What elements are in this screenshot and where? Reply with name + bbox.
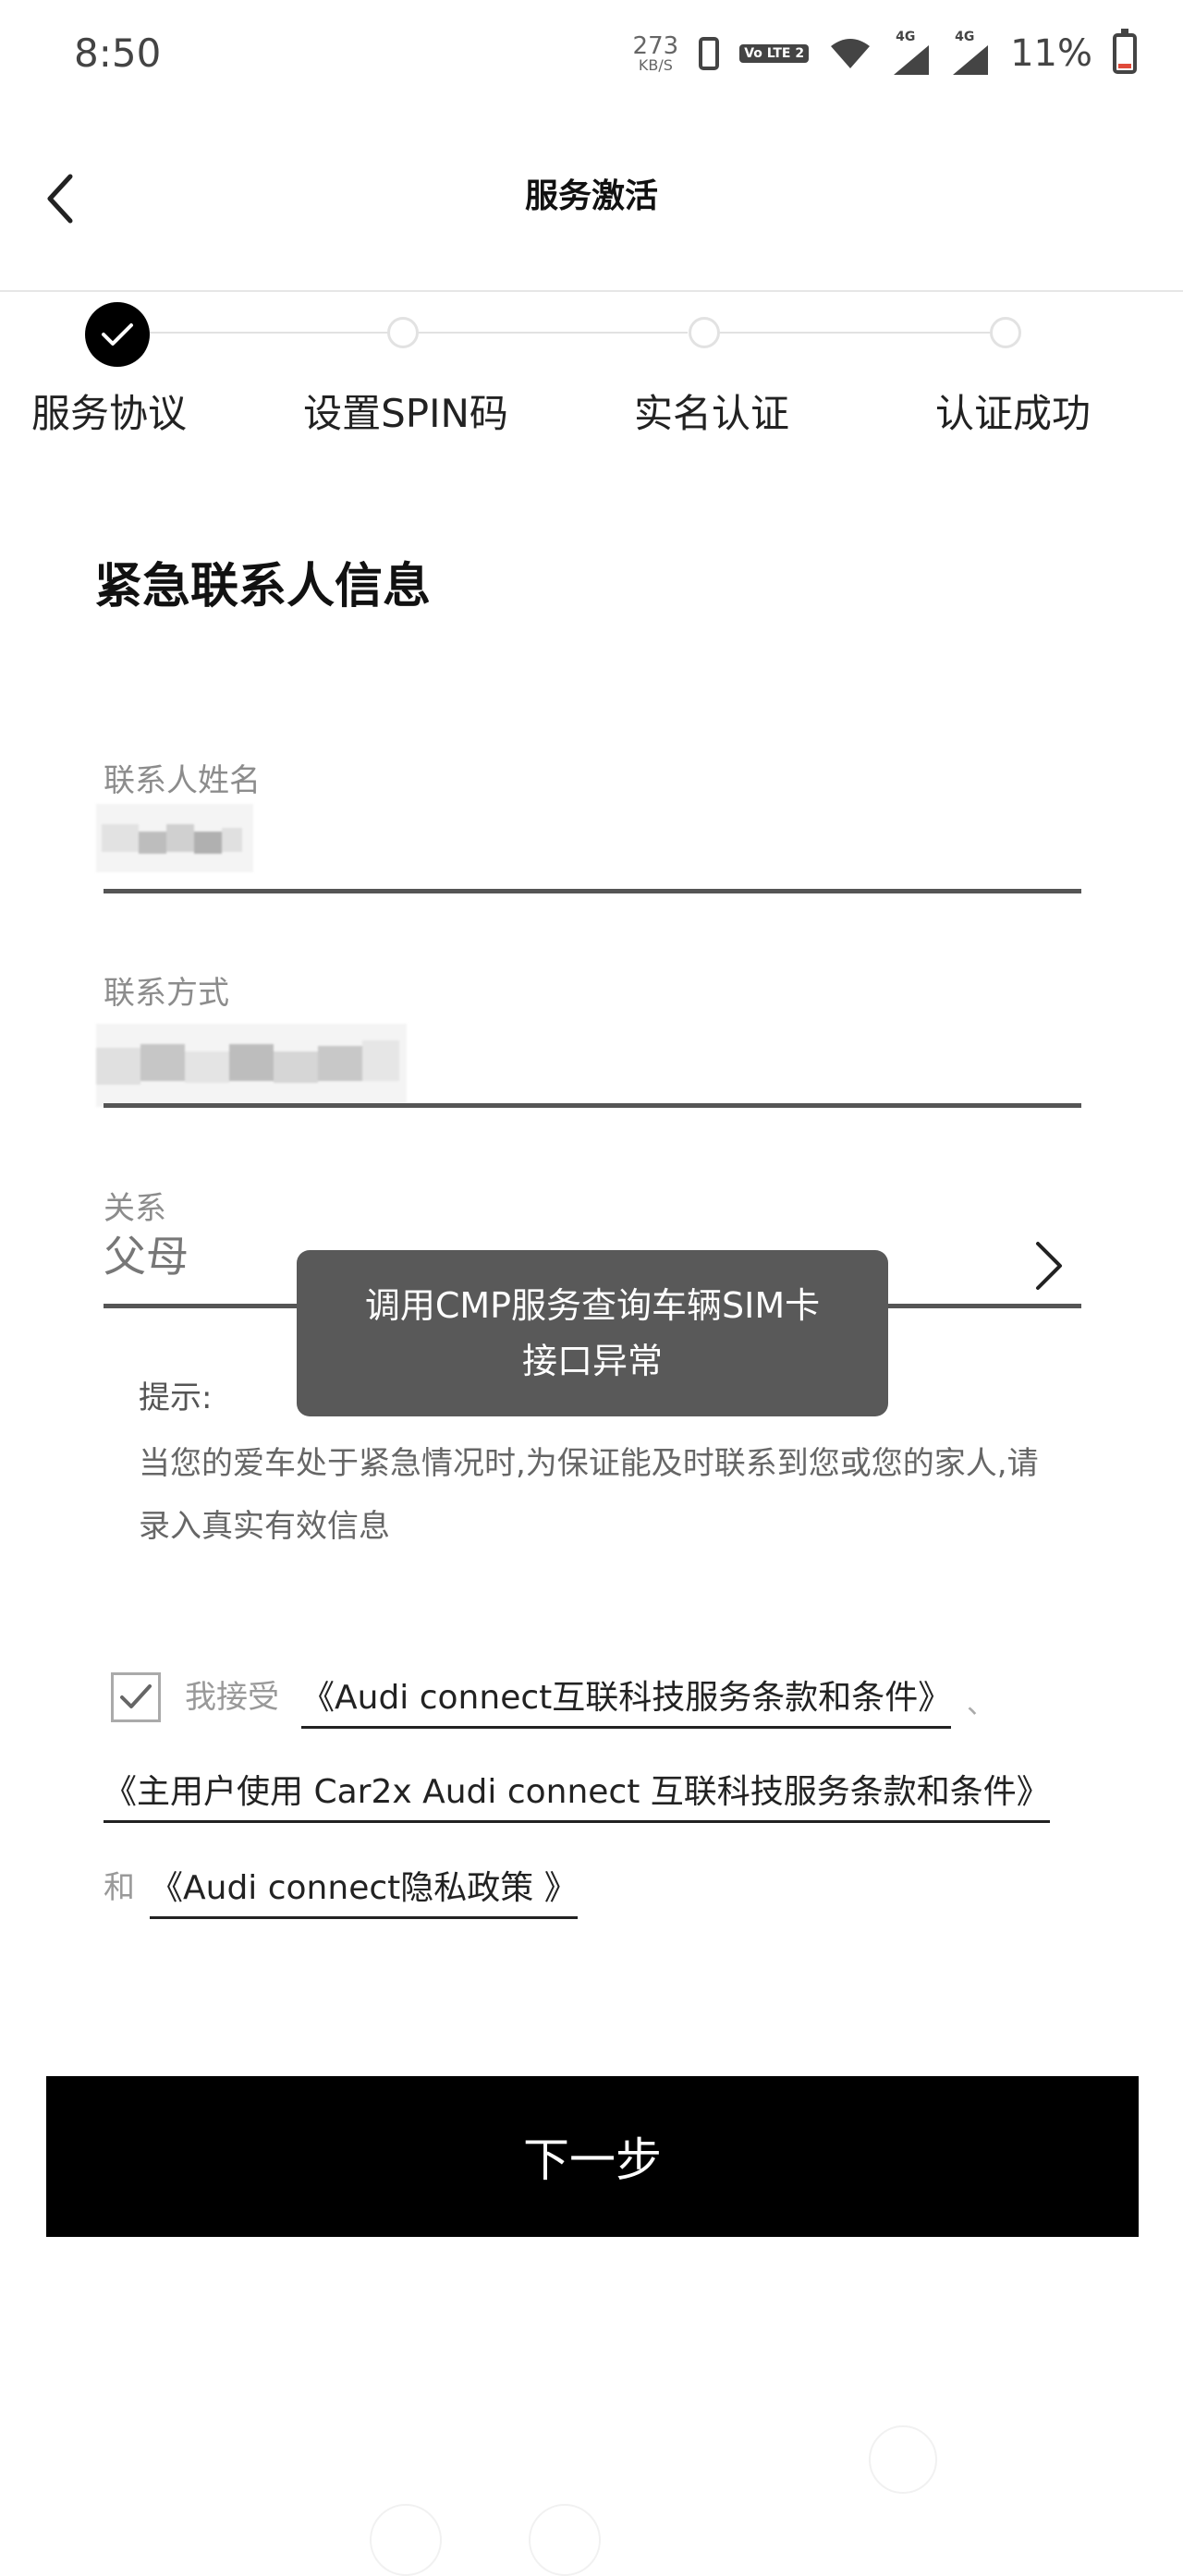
header-divider xyxy=(0,290,1183,292)
chevron-right-icon xyxy=(1036,1242,1062,1290)
relation-select-button[interactable] xyxy=(1026,1229,1072,1303)
net-speed-value: 273 xyxy=(632,32,679,60)
separator: 、 xyxy=(967,1688,994,1720)
privacy-policy-link[interactable]: 《Audi connect隐私政策 》 xyxy=(150,1861,578,1919)
and-text: 和 xyxy=(104,1869,135,1906)
relation-value[interactable]: 父母 xyxy=(104,1229,189,1284)
battery-icon xyxy=(1113,29,1137,74)
status-time: 8:50 xyxy=(74,30,162,76)
section-title: 紧急联系人信息 xyxy=(94,559,432,614)
audi-connect-terms-link[interactable]: 《Audi connect互联科技服务条款和条件》 xyxy=(301,1671,952,1729)
battery-percent: 11% xyxy=(1010,32,1092,75)
signal-1-label: 4G xyxy=(896,30,916,44)
check-icon xyxy=(102,323,133,346)
decorative-circle xyxy=(370,2504,442,2576)
tip-text: 当您的爱车处于紧急情况时,为保证能及时联系到您或您的家人,请录入真实有效信息 xyxy=(139,1445,1039,1545)
next-button[interactable]: 下一步 xyxy=(46,2076,1139,2237)
redacted-mosaic xyxy=(96,1024,407,1107)
redacted-mosaic xyxy=(96,804,253,872)
step-connector xyxy=(418,332,688,334)
step-connector xyxy=(717,332,991,334)
phone-value-redacted[interactable] xyxy=(96,1024,407,1107)
step-2-label: 设置SPIN码 xyxy=(303,391,508,436)
phone-icon xyxy=(699,37,720,70)
decorative-circle xyxy=(869,2425,937,2494)
net-speed: 273 KB/S xyxy=(633,34,679,73)
step-3-indicator xyxy=(689,317,720,348)
agree-prefix: 我接受 xyxy=(185,1679,279,1716)
status-icons: 273 KB/S Vo LTE 2 4G 4G 11% xyxy=(633,26,1137,81)
relation-label: 关系 xyxy=(104,1190,166,1227)
step-connector xyxy=(150,332,388,334)
step-2-indicator xyxy=(387,317,419,348)
signal-2: 4G xyxy=(951,30,990,77)
toast-line-1: 调用CMP服务查询车辆SIM卡 xyxy=(364,1285,821,1326)
car2x-terms-link[interactable]: 《主用户使用 Car2x Audi connect 互联科技服务条款和条件》 xyxy=(104,1765,1050,1823)
toast-line-2: 接口异常 xyxy=(521,1341,663,1381)
phone-label: 联系方式 xyxy=(104,975,229,1012)
phone-underline xyxy=(104,1103,1081,1108)
step-1-done-indicator xyxy=(85,302,150,367)
page-title: 服务激活 xyxy=(524,177,658,215)
name-underline xyxy=(104,889,1081,893)
step-4-indicator xyxy=(990,317,1021,348)
name-label: 联系人姓名 xyxy=(104,762,261,799)
signal-1: 4G xyxy=(892,30,931,77)
signal-2-label: 4G xyxy=(955,30,975,44)
decorative-circle xyxy=(529,2504,601,2576)
signal-icon xyxy=(894,45,930,75)
net-speed-unit: KB/S xyxy=(638,56,673,74)
step-4-label: 认证成功 xyxy=(934,391,1091,436)
check-icon xyxy=(120,1684,152,1708)
agree-checkbox[interactable] xyxy=(111,1672,161,1722)
volte-icon: Vo LTE 2 xyxy=(739,44,810,63)
tip-label: 提示: xyxy=(139,1379,213,1416)
name-value-redacted[interactable] xyxy=(96,804,253,872)
step-3-label: 实名认证 xyxy=(633,391,789,436)
error-toast: 调用CMP服务查询车辆SIM卡 接口异常 xyxy=(297,1250,888,1416)
signal-icon xyxy=(953,45,989,75)
step-1-label: 服务协议 xyxy=(30,391,187,436)
wifi-icon xyxy=(831,39,871,68)
